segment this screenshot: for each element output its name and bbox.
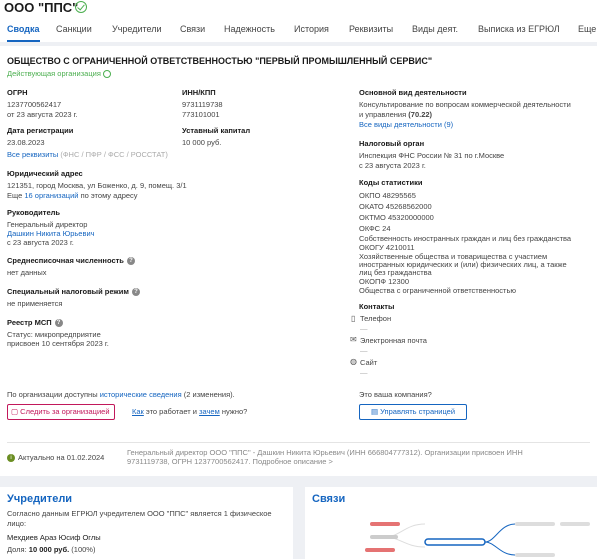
requisites-sources: (ФНС / ПФР / ФСС / РОССТАТ) — [60, 150, 168, 159]
links-graph[interactable] — [305, 487, 597, 559]
divider — [7, 442, 590, 443]
info-icon[interactable]: ? — [126, 257, 135, 266]
requisites-row: Все реквизиты (ФНС / ПФР / ФСС / РОССТАТ… — [7, 150, 168, 160]
address-orgs-link[interactable]: 16 организаций — [24, 191, 78, 200]
graph-node — [424, 538, 486, 546]
company-full-name: ОБЩЕСТВО С ОГРАНИЧЕННОЙ ОТВЕТСТВЕННОСТЬЮ… — [7, 56, 433, 66]
tax-regime-value: не применяется — [7, 299, 63, 308]
tab-egrul[interactable]: Выписка из ЕГРЮЛ — [478, 21, 560, 42]
address-value: 121351, город Москва, ул Боженко, д. 9, … — [7, 181, 187, 190]
inn-value: 9731119738 — [182, 100, 223, 109]
site-value: — — [360, 368, 368, 377]
site-label: Сайт — [360, 358, 378, 367]
page-title: ООО "ППС" — [4, 0, 79, 15]
graph-node — [515, 553, 555, 557]
info-icon[interactable]: ? — [54, 319, 63, 328]
phone-label: Телефон — [360, 314, 392, 323]
graph-node — [370, 522, 400, 526]
reg-date-label: Дата регистрации — [7, 126, 74, 135]
tax-regime-label: Специальный налоговый режим? — [7, 287, 140, 297]
activity-label: Основной вид деятельности — [359, 88, 467, 97]
all-activities-link[interactable]: Все виды деятельности (9) — [359, 120, 453, 130]
summary-description: Генеральный директор ООО "ППС" - Дашкин … — [127, 448, 523, 466]
how-it-works: Как это работает и зачем нужно? — [132, 407, 248, 416]
stat-codes-label: Коды статистики — [359, 178, 423, 187]
manage-page-button[interactable]: ▤ Управлять страницей — [359, 404, 467, 420]
msp-date: присвоен 10 сентября 2023 г. — [7, 339, 109, 348]
tax-authority-name: Инспекция ФНС России № 31 по г.Москве — [359, 151, 505, 160]
info-icon[interactable]: ? — [131, 288, 140, 297]
email-value: — — [360, 346, 368, 355]
follow-button[interactable]: ▢ Следить за организацией — [7, 404, 115, 420]
contacts-label: Контакты — [359, 302, 395, 311]
ogrn-value: 1237700562417 — [7, 100, 62, 109]
msp-label: Реестр МСП? — [7, 318, 63, 328]
ogrn-date: от 23 августа 2023 г. — [7, 110, 78, 119]
tax-authority-since: с 23 августа 2023 г. — [359, 161, 426, 170]
bookmark-icon: ▢ — [11, 407, 21, 416]
capital-value: 10 000 руб. — [182, 138, 222, 147]
graph-node — [515, 522, 555, 526]
inn-label: ИНН/КПП — [182, 88, 216, 97]
tax-authority-label: Налоговый орган — [359, 139, 425, 148]
status-badge: Действующая организация — [7, 69, 111, 79]
address-more: Еще 16 организаций по этому адресу — [7, 191, 138, 200]
phone-icon: ▯ — [351, 314, 356, 323]
founders-card: Учредители Согласно данным ЕГРЮЛ учредит… — [0, 487, 293, 559]
tab-requisites[interactable]: Реквизиты — [349, 21, 393, 42]
tab-more[interactable]: Еще — [578, 21, 596, 42]
own-company-text: Это ваша компания? — [359, 390, 432, 399]
grid-icon: ▤ — [370, 407, 381, 416]
tab-bar: Сводка Санкции Учредители Связи Надежнос… — [0, 21, 597, 42]
okpo: ОКПО 48295565 — [359, 191, 416, 200]
links-card: Связи — [305, 487, 597, 559]
address-label: Юридический адрес — [7, 169, 83, 178]
phone-value: — — [360, 324, 368, 333]
tab-reliability[interactable]: Надежность — [224, 21, 275, 42]
employees-label: Среднесписочная численность? — [7, 256, 135, 266]
tab-summary[interactable]: Сводка — [7, 21, 40, 42]
mail-icon: ✉ — [350, 335, 357, 344]
reg-date-value: 23.08.2023 — [7, 138, 45, 147]
employees-value: нет данных — [7, 268, 47, 277]
graph-node — [370, 535, 398, 539]
founders-text: Согласно данным ЕГРЮЛ учредителем ООО "П… — [7, 509, 272, 528]
graph-node — [365, 548, 395, 552]
summary-card: ОБЩЕСТВО С ОГРАНИЧЕННОЙ ОТВЕТСТВЕННОСТЬЮ… — [0, 46, 597, 476]
head-label: Руководитель — [7, 208, 60, 217]
ogrn-label: ОГРН — [7, 88, 28, 97]
tab-activities[interactable]: Виды деят. — [412, 21, 458, 42]
graph-node — [560, 522, 590, 526]
oktmo: ОКТМО 45320000000 — [359, 213, 434, 222]
tab-links[interactable]: Связи — [180, 21, 205, 42]
okogu-desc: Хозяйственные общества и товарищества с … — [359, 252, 567, 277]
activity-line2: и управления (70.22) — [359, 110, 433, 119]
email-label: Электронная почта — [360, 336, 427, 345]
tab-founders[interactable]: Учредители — [112, 21, 162, 42]
head-since: с 23 августа 2023 г. — [7, 238, 74, 247]
how-link[interactable]: Как — [132, 407, 144, 416]
activity-code: (70.22) — [408, 110, 433, 119]
why-link[interactable]: зачем — [199, 407, 220, 416]
verified-check-icon — [75, 1, 87, 13]
info-icon: i — [7, 454, 15, 463]
okato: ОКАТО 45268562000 — [359, 202, 432, 211]
kpp-value: 773101001 — [182, 110, 220, 119]
capital-label: Уставный капитал — [182, 126, 251, 135]
founders-title: Учредители — [7, 493, 73, 505]
all-requisites-link[interactable]: Все реквизиты — [7, 150, 58, 159]
history-info: По организации доступны исторические све… — [7, 390, 235, 399]
activity-line1: Консультирование по вопросам коммерческо… — [359, 100, 571, 109]
founder-share: Доля: 10 000 руб. (100%) — [7, 545, 96, 554]
tab-sanctions[interactable]: Санкции — [56, 21, 92, 42]
globe-icon: ◍ — [350, 357, 357, 366]
okopf-desc: Общества с ограниченной ответственностью — [359, 286, 516, 295]
founder-name[interactable]: Мехдиев Араз Юсиф Оглы — [7, 533, 101, 543]
tab-history[interactable]: История — [294, 21, 329, 42]
history-link[interactable]: исторические сведения — [100, 390, 182, 399]
top-bar: ООО "ППС" Сводка Санкции Учредители Связ… — [0, 0, 597, 42]
actual-date: i Актуально на 01.02.2024 — [7, 453, 104, 463]
status-check-icon — [102, 70, 111, 79]
okfs-code: ОКФС 24 — [359, 224, 391, 233]
